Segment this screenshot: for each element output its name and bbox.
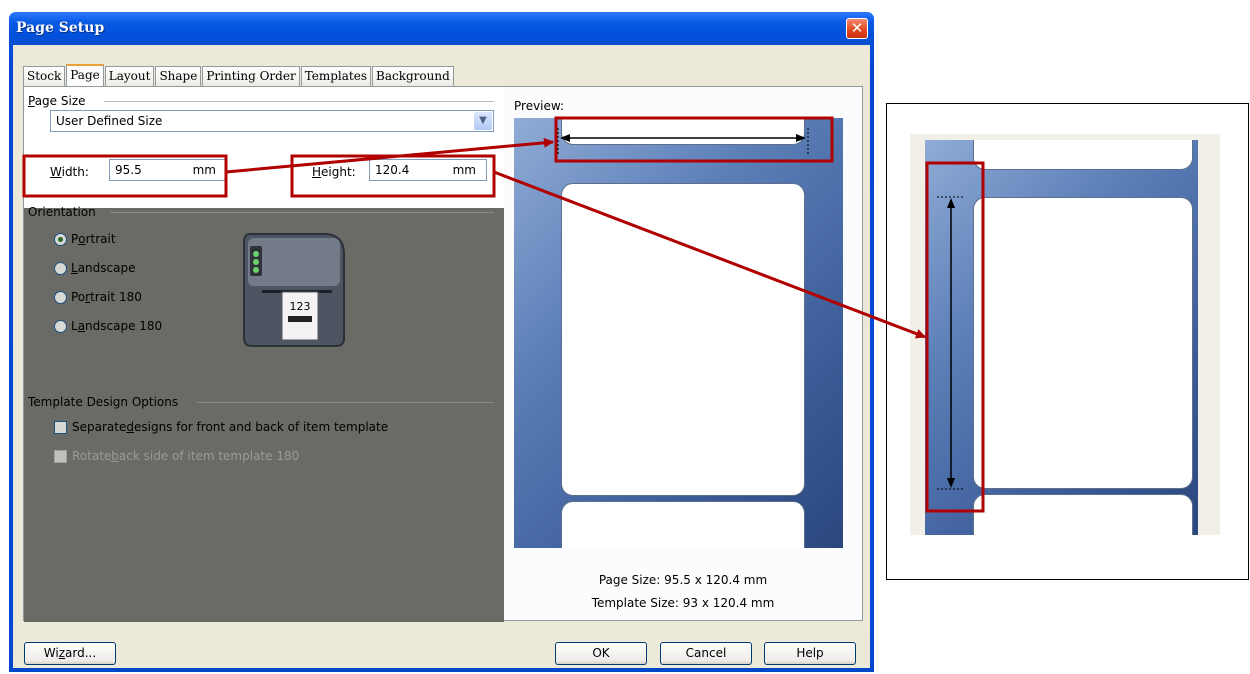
zoomed-preview-image: [910, 134, 1220, 535]
page-setup-dialog: Page Setup ✕ Stock Page Layout Shape Pri…: [9, 12, 874, 672]
wizard-button[interactable]: Wizard...: [24, 642, 116, 665]
zoomed-preview-canvas: [925, 140, 1198, 535]
width-field[interactable]: 95.5 mm: [109, 159, 227, 181]
height-unit: mm: [452, 163, 476, 177]
radio-dot: [54, 319, 67, 333]
radio-dot: [54, 232, 67, 246]
checkbox-box: [54, 449, 67, 463]
radio-landscape[interactable]: Landscape: [54, 261, 135, 275]
tab-printing-order[interactable]: Printing Order: [202, 66, 300, 86]
tab-templates[interactable]: Templates: [300, 66, 371, 86]
radio-dot: [54, 290, 67, 304]
printer-icon: 123: [243, 233, 345, 347]
tab-layout[interactable]: Layout: [104, 66, 155, 86]
separate-designs-checkbox[interactable]: Separate d esigns for front and back of i…: [54, 420, 388, 434]
page-size-selected: User Defined Size: [56, 114, 163, 128]
width-label: Width:: [50, 165, 89, 179]
width-unit: mm: [192, 163, 216, 177]
greyed-options-area: Orientation Po rtrait Landscape Po r trait …: [24, 205, 504, 622]
radio-portrait[interactable]: Po rtrait: [54, 232, 116, 246]
tab-page[interactable]: Page: [66, 64, 104, 86]
tab-shape[interactable]: Shape: [155, 66, 202, 86]
group-divider: [104, 101, 494, 102]
radio-dot: [54, 261, 67, 275]
template-options-group-label: Template Design Options: [28, 395, 179, 409]
page-size-dropdown[interactable]: User Defined Size ▼: [50, 110, 494, 132]
radio-portrait-180[interactable]: Po r trait 180: [54, 290, 142, 304]
dialog-client-area: Stock Page Layout Shape Printing Order T…: [13, 45, 870, 668]
ok-button[interactable]: OK: [555, 642, 647, 665]
zoomed-previous-label: [973, 140, 1193, 170]
height-label: Height:: [312, 165, 356, 179]
dialog-title: Page Setup: [16, 20, 105, 36]
checkbox-box: [54, 420, 67, 434]
preview-panel: Preview: Page Size: 95.5 x 120.4 mm Temp…: [504, 87, 862, 620]
page-tab-panel: Page Size User Defined Size ▼ Width: 95.…: [23, 86, 863, 622]
next-label-shape: [561, 501, 805, 548]
height-value: 120.4: [375, 163, 410, 177]
chevron-down-icon[interactable]: ▼: [474, 112, 492, 130]
template-size-info: Template Size: 93 x 120.4 mm: [591, 596, 775, 610]
group-divider: [110, 212, 494, 213]
orientation-group-label: Orientation: [28, 205, 96, 219]
printer-label-text: 123: [290, 300, 311, 313]
cancel-button[interactable]: Cancel: [660, 642, 752, 665]
group-divider: [197, 402, 494, 403]
page-size-group-label: Page Size: [28, 94, 86, 108]
tab-background[interactable]: Background: [372, 66, 454, 86]
zoomed-current-label: [973, 197, 1193, 489]
zoomed-preview-callout: [886, 103, 1249, 580]
height-dimension-arrow: [937, 196, 965, 490]
page-size-info: Page Size: 95.5 x 120.4 mm: [598, 573, 768, 587]
rotate-back-side-checkbox: Rotate b ack side of item template 180: [54, 449, 299, 463]
help-button[interactable]: Help: [764, 642, 856, 665]
tab-strip: Stock Page Layout Shape Printing Order T…: [23, 64, 455, 86]
height-field[interactable]: 120.4 mm: [369, 159, 487, 181]
title-bar[interactable]: Page Setup ✕: [9, 12, 874, 45]
preview-label: Preview:: [514, 99, 565, 113]
preview-canvas: [514, 118, 843, 548]
width-dimension-arrow: [557, 128, 809, 154]
page-size-section: Page Size User Defined Size ▼ Width: 95.…: [24, 87, 504, 208]
width-value: 95.5: [115, 163, 142, 177]
tab-stock[interactable]: Stock: [23, 66, 66, 86]
radio-landscape-180[interactable]: La ndscape 180: [54, 319, 162, 333]
close-button[interactable]: ✕: [846, 18, 868, 39]
zoomed-next-label: [973, 494, 1193, 535]
current-label-shape: [561, 183, 805, 496]
